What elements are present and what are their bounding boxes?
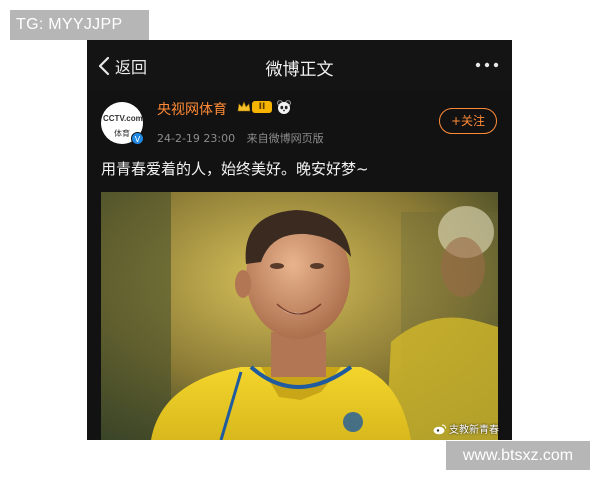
avatar-logo-text: CCTV.com — [103, 114, 143, 123]
panda-badge-icon — [277, 100, 291, 114]
more-icon[interactable] — [474, 54, 500, 76]
post-photo[interactable] — [101, 192, 498, 440]
phone-screen: 返回 微博正文 CCTV.com 体育 V 央视网体育 II 24-2-19 2… — [87, 40, 512, 440]
verified-icon: V — [131, 132, 144, 145]
top-navigation-bar: 返回 微博正文 — [87, 40, 512, 90]
page-title: 微博正文 — [265, 60, 334, 80]
post-meta: 24-2-19 23:00 来自微博网页版 — [157, 130, 324, 146]
weibo-icon — [433, 424, 447, 434]
crown-badge-icon — [237, 101, 251, 112]
site-url-label: www.btsxz.com — [446, 441, 590, 470]
level-badge: II — [252, 101, 272, 113]
author-name[interactable]: 央视网体育 — [157, 99, 227, 119]
post-text: 用青春爱着的人，始终美好。晚安好梦~ — [101, 160, 369, 178]
watermark: 支教新青春 — [433, 421, 499, 436]
watermark-text: 支教新青春 — [449, 425, 499, 436]
post-header: CCTV.com 体育 V 央视网体育 II 24-2-19 23:00 来自微… — [87, 90, 512, 152]
post-timestamp: 24-2-19 23:00 — [157, 132, 236, 145]
post-source: 来自微博网页版 — [246, 132, 324, 145]
tg-channel-label: TG: MYYJJPP — [10, 10, 149, 40]
follow-button[interactable]: +关注 — [439, 108, 497, 134]
